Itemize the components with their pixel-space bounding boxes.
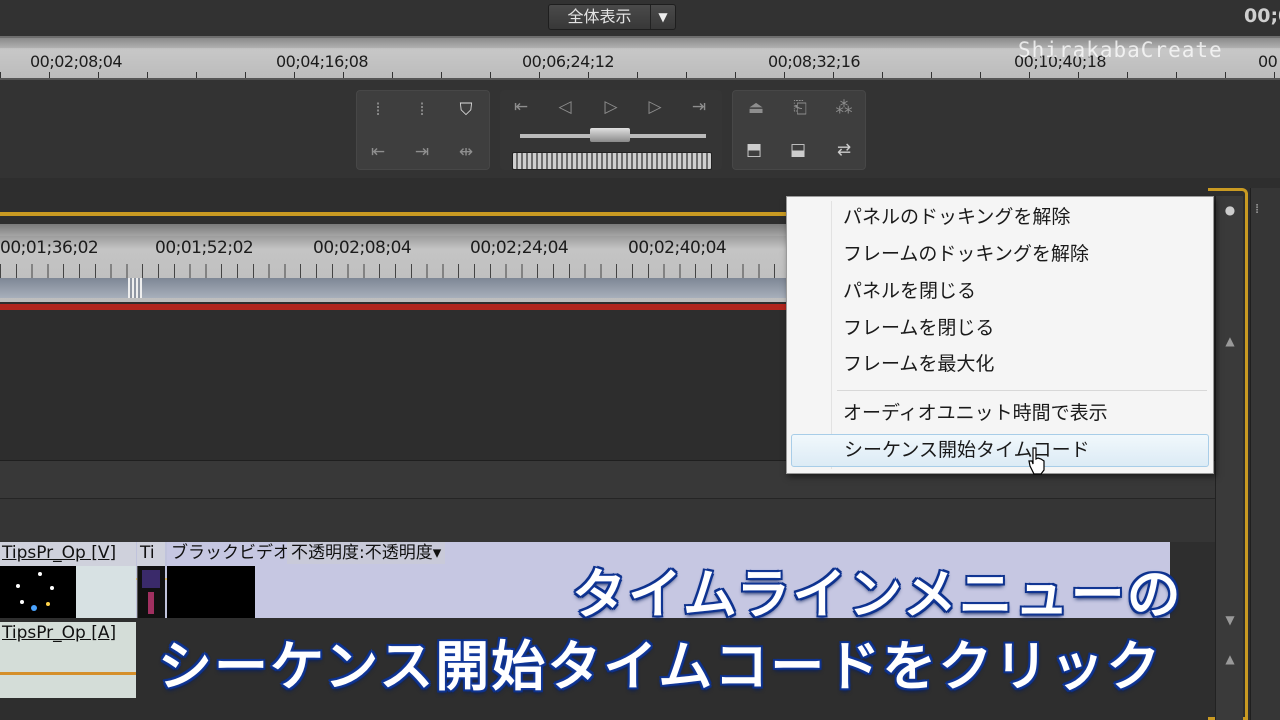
step-to-end-icon[interactable]: ⇥ (686, 94, 712, 120)
go-to-out-icon[interactable]: ⇥ (409, 139, 435, 165)
insert-icon[interactable]: ⬒ (741, 137, 767, 163)
ruler-timecode: 00;02;24;04 (470, 238, 569, 258)
track-header-strip (0, 498, 1215, 542)
extract-icon[interactable]: ⎗ (787, 95, 813, 121)
circle-handle-icon[interactable]: ● (1220, 200, 1240, 220)
opacity-property-dropdown[interactable]: 不透明度:不透明度▾ (287, 542, 446, 564)
go-to-in-icon[interactable]: ⇤ (365, 139, 391, 165)
current-timecode: 00;0 (1244, 5, 1280, 27)
menu-item-close-panel[interactable]: パネルを閉じる (791, 275, 1209, 308)
ruler-timecode: 00;01;36;02 (0, 238, 99, 258)
ruler-timecode: 00;02;08;04 (313, 238, 412, 258)
play-icon[interactable]: ▷ (598, 94, 624, 120)
clip-title: ブラックビデオ (171, 543, 290, 563)
menu-item-audio-units[interactable]: オーディオユニット時間で表示 (791, 397, 1209, 430)
chevron-down-icon[interactable]: ▼ (651, 5, 675, 29)
clip-thumbnail (167, 566, 255, 618)
ruler-timecode: 00;02;08;04 (30, 52, 123, 71)
marker-controls-group: ⦙ ⦙ ⛉ ⇤ ⇥ ⇹ (356, 90, 490, 170)
step-back-icon[interactable]: ◁ (552, 94, 578, 120)
ruler-ticks (0, 72, 1280, 78)
ruler-timecode: 00;04;16;08 (276, 52, 369, 71)
marker-icon[interactable]: ⛉ (453, 97, 479, 123)
thumbnail-image (142, 570, 160, 614)
settings-icon[interactable]: ⁂ (831, 95, 857, 121)
timeline-zoom-scrollbar[interactable] (0, 224, 790, 236)
thumbnail-image (16, 572, 54, 611)
menu-item-close-frame[interactable]: フレームを閉じる (791, 312, 1209, 345)
panel-grip-icon[interactable]: ⁞ (1255, 202, 1259, 217)
ruler-timecode: 00;02;40;04 (628, 238, 727, 258)
play-in-to-out-icon[interactable]: ⇹ (453, 139, 479, 165)
volume-keyframe-line[interactable] (0, 672, 136, 675)
watermark: ShirakabaCreate (1018, 38, 1223, 62)
clip-thumbnail (137, 566, 165, 618)
top-bar: 全体表示 ▼ 00;0 (0, 0, 1280, 36)
panel-focus-border (0, 212, 800, 216)
edit-controls-group: ⏏ ⎗ ⁂ ⬒ ⬓ ⇄ (732, 90, 866, 170)
step-back-to-start-icon[interactable]: ⇤ (508, 94, 534, 120)
jog-wheel[interactable] (512, 152, 712, 170)
timeline-panel-menu: パネルのドッキングを解除 フレームのドッキングを解除 パネルを閉じる フレームを… (786, 196, 1214, 474)
work-area-bar[interactable] (0, 278, 790, 298)
clip-title[interactable]: TipsPr_Op [V] (0, 542, 136, 566)
overlay-icon[interactable]: ⬓ (785, 137, 811, 163)
scroll-up-icon[interactable]: ▲ (1220, 649, 1240, 669)
audio-track[interactable]: TipsPr_Op [A] (0, 622, 136, 698)
step-forward-icon[interactable]: ▷ (642, 94, 668, 120)
playhead-handle[interactable] (128, 278, 142, 298)
timeline-time-ruler[interactable]: 00;01;36;02 00;01;52;02 00;02;08;04 00;0… (0, 236, 790, 302)
timeline-vertical-scrollbar[interactable]: ● ▲ ▼ ▲ (1215, 196, 1243, 720)
scroll-down-icon[interactable]: ▼ (1220, 610, 1240, 630)
tutorial-caption: タイムラインメニューの (571, 562, 1183, 628)
ruler-timecode: 00;01;52;02 (155, 238, 254, 258)
ruler-ticks (0, 264, 790, 278)
adjacent-panel: ⁞ (1250, 188, 1280, 720)
menu-item-maximize-frame[interactable]: フレームを最大化 (791, 348, 1209, 381)
menu-item-undock-panel[interactable]: パネルのドッキングを解除 (791, 201, 1209, 234)
ruler-timecode: 00;08;32;16 (768, 52, 861, 71)
menu-separator (837, 390, 1207, 391)
clip-title[interactable]: Ti (137, 542, 165, 566)
clip-thumbnail (0, 566, 76, 618)
lift-icon[interactable]: ⏏ (743, 95, 769, 121)
hand-pointer-icon (1028, 447, 1045, 475)
mark-in-icon[interactable]: ⦙ (365, 97, 391, 123)
menu-item-undock-frame[interactable]: フレームのドッキングを解除 (791, 238, 1209, 271)
shuttle-slider-knob[interactable] (590, 128, 630, 142)
ruler-timecode: 00;06;24;12 (522, 52, 615, 71)
ruler-timecode: 00 (1258, 52, 1278, 71)
tutorial-caption: シーケンス開始タイムコードをクリック (156, 634, 1163, 700)
menu-item-sequence-start-timecode[interactable]: シーケンス開始タイムコード (791, 434, 1209, 467)
zoom-dropdown[interactable]: 全体表示 ▼ (548, 4, 676, 30)
clip-title[interactable]: TipsPr_Op [A] (0, 622, 136, 646)
mark-out-icon[interactable]: ⦙ (409, 97, 435, 123)
swap-icon[interactable]: ⇄ (831, 137, 857, 163)
scroll-up-icon[interactable]: ▲ (1220, 331, 1240, 351)
clip-body[interactable] (76, 566, 136, 618)
zoom-dropdown-label: 全体表示 (549, 5, 651, 29)
transport-controls: ⦙ ⦙ ⛉ ⇤ ⇥ ⇹ ⇤ ◁ ▷ ▷ ⇥ ⏏ ⎗ ⁂ ⬒ ⬓ ⇄ (0, 80, 1280, 178)
